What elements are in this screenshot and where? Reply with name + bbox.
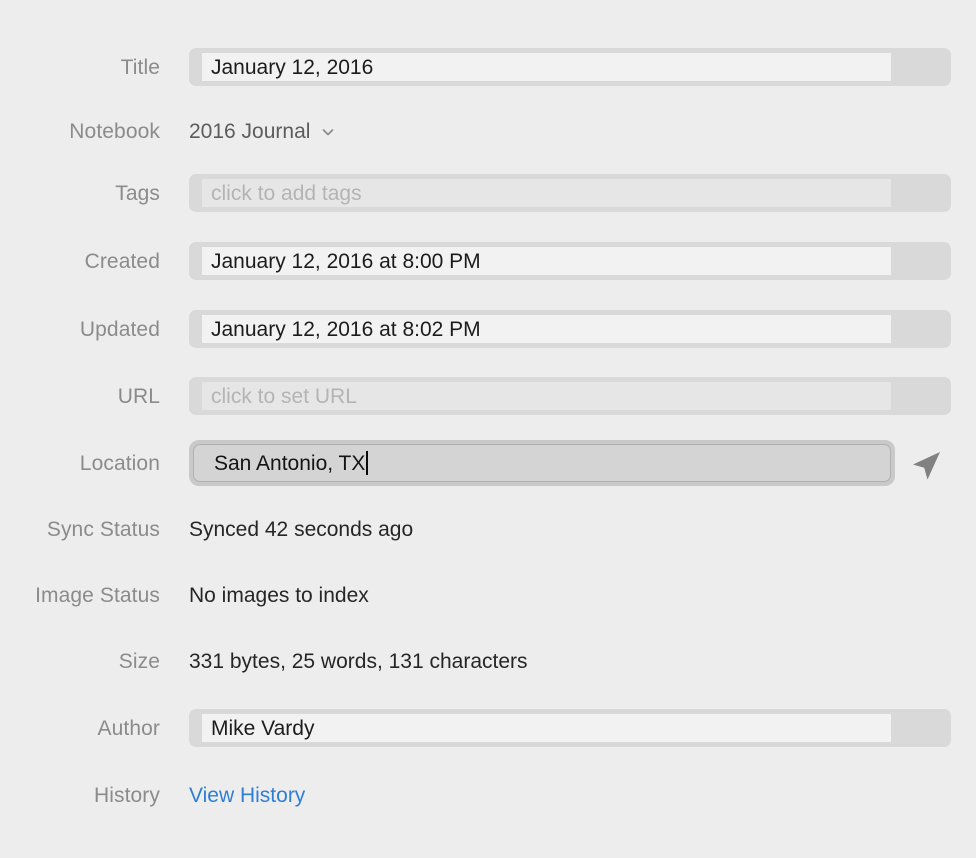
note-info-inspector: Title January 12, 2016 Notebook 2016 Jou… [0,0,976,858]
label-url: URL [117,384,160,408]
updated-input-inner: January 12, 2016 at 8:02 PM [202,315,891,343]
image-status-value: No images to index [189,583,369,607]
label-sync-status: Sync Status [46,517,160,541]
label-location: Location [79,451,160,475]
updated-input[interactable]: January 12, 2016 at 8:02 PM [189,310,951,348]
row-sync-status: Sync Status Synced 42 seconds ago [0,508,976,550]
label-notebook: Notebook [69,119,160,143]
location-input[interactable]: San Antonio, TX [189,440,895,486]
notebook-value: 2016 Journal [189,119,311,143]
row-image-status: Image Status No images to index [0,574,976,616]
created-input-inner: January 12, 2016 at 8:00 PM [202,247,891,275]
row-notebook: Notebook 2016 Journal [0,110,976,152]
row-created: Created January 12, 2016 at 8:00 PM [0,240,976,282]
label-tags: Tags [115,181,160,205]
row-tags: Tags click to add tags [0,172,976,214]
title-input[interactable]: January 12, 2016 [189,48,951,86]
label-title: Title [120,55,160,79]
location-arrow-icon[interactable] [907,448,947,484]
label-image-status: Image Status [35,583,160,607]
text-caret [366,451,368,475]
created-input-value: January 12, 2016 at 8:00 PM [211,249,481,273]
url-input[interactable]: click to set URL [189,377,951,415]
location-input-inner: San Antonio, TX [193,444,891,482]
row-title: Title January 12, 2016 [0,46,976,88]
title-input-inner: January 12, 2016 [202,53,891,81]
view-history-link[interactable]: View History [189,785,305,806]
label-size: Size [118,649,160,673]
row-url: URL click to set URL [0,375,976,417]
size-value: 331 bytes, 25 words, 131 characters [189,649,528,673]
chevron-down-icon [321,125,335,139]
label-updated: Updated [79,317,160,341]
row-history: History View History [0,774,976,816]
location-input-value: San Antonio, TX [214,451,366,475]
tags-input[interactable]: click to add tags [189,174,951,212]
tags-input-inner: click to add tags [202,179,891,207]
tags-input-placeholder: click to add tags [211,181,362,205]
row-location: Location San Antonio, TX [0,440,976,486]
label-created: Created [84,249,160,273]
url-input-inner: click to set URL [202,382,891,410]
author-input[interactable]: Mike Vardy [189,709,951,747]
label-history: History [93,783,160,807]
updated-input-value: January 12, 2016 at 8:02 PM [211,317,481,341]
row-size: Size 331 bytes, 25 words, 131 characters [0,640,976,682]
row-updated: Updated January 12, 2016 at 8:02 PM [0,308,976,350]
notebook-popup-button[interactable]: 2016 Journal [189,121,335,142]
row-author: Author Mike Vardy [0,707,976,749]
author-input-inner: Mike Vardy [202,714,891,742]
sync-status-value: Synced 42 seconds ago [189,517,414,541]
created-input[interactable]: January 12, 2016 at 8:00 PM [189,242,951,280]
title-input-value: January 12, 2016 [211,55,374,79]
author-input-value: Mike Vardy [211,716,315,740]
url-input-placeholder: click to set URL [211,384,357,408]
label-author: Author [97,716,160,740]
